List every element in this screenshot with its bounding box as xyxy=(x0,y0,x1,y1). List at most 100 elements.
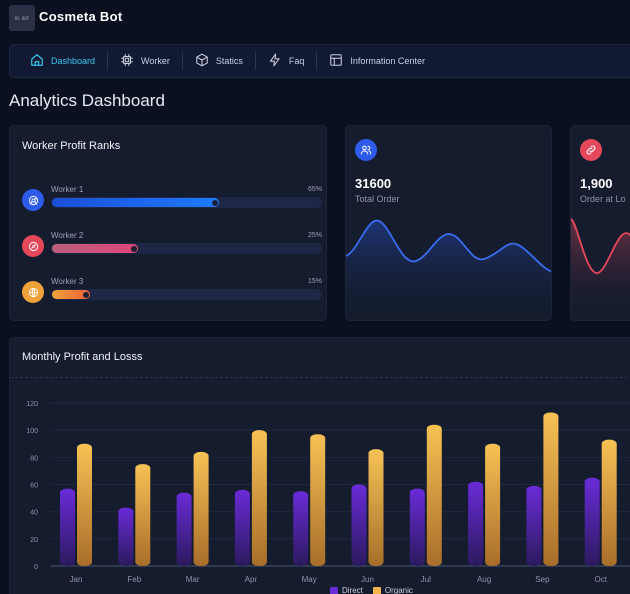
y-tick-label: 100 xyxy=(26,428,38,435)
progress-knob xyxy=(211,199,218,206)
x-tick-label: Jul xyxy=(421,575,431,584)
rank-row-worker-3: Worker 3 15% xyxy=(22,277,322,307)
stat-value: 31600 xyxy=(355,176,392,191)
sparkline-area xyxy=(346,220,551,320)
nav-item-dashboard[interactable]: Dashboard xyxy=(18,51,107,71)
nav-item-faq[interactable]: Faq xyxy=(256,51,317,71)
legend-label: Organic xyxy=(384,586,413,594)
nav-item-statics[interactable]: Statics xyxy=(183,51,255,71)
main-nav: Dashboard Worker Statics Faq Information… xyxy=(9,44,630,78)
legend-item-direct[interactable]: Direct xyxy=(330,586,363,594)
bar-organic-aug[interactable] xyxy=(485,443,501,566)
legend-item-organic[interactable]: Organic xyxy=(372,586,413,594)
bar-direct-feb[interactable] xyxy=(118,507,134,566)
bar-direct-jan[interactable] xyxy=(60,488,75,566)
bar-direct-sep[interactable] xyxy=(526,485,542,566)
progress-knob xyxy=(131,245,138,252)
legend-label: Direct xyxy=(342,586,363,594)
bar-direct-oct[interactable] xyxy=(584,477,600,566)
rank-percent: 25% xyxy=(307,232,322,239)
card-title: Worker Profit Ranks xyxy=(22,140,121,152)
chip-icon xyxy=(120,53,134,69)
worker-profit-ranks-card: Worker Profit Ranks Worker 1 65% Worker … xyxy=(9,125,327,321)
nav-item-worker[interactable]: Worker xyxy=(108,51,182,71)
bar-organic-jan[interactable] xyxy=(77,443,92,566)
order-sparkline xyxy=(571,218,630,320)
progress-track xyxy=(51,197,322,208)
bar-organic-mar[interactable] xyxy=(193,451,209,566)
rank-name: Worker 2 xyxy=(51,231,84,240)
rank-row-worker-1: Worker 1 65% xyxy=(22,185,322,215)
bar-direct-aug[interactable] xyxy=(468,481,484,566)
x-tick-label: Jan xyxy=(70,575,83,584)
link-icon xyxy=(580,139,602,161)
rank-name: Worker 1 xyxy=(51,185,84,194)
page-title: Analytics Dashboard xyxy=(9,91,165,110)
bar-organic-jul[interactable] xyxy=(426,424,442,566)
progress-track xyxy=(51,243,322,254)
bar-direct-mar[interactable] xyxy=(176,492,192,566)
nav-label: Dashboard xyxy=(51,56,96,66)
bolt-icon xyxy=(268,53,282,69)
cube-icon xyxy=(195,53,209,69)
progress-fill xyxy=(52,244,139,253)
x-tick-label: May xyxy=(302,575,317,584)
progress-knob xyxy=(82,291,89,298)
stat-value: 1,900 xyxy=(580,176,613,191)
legend-swatch xyxy=(372,586,381,594)
bar-direct-may[interactable] xyxy=(293,491,309,566)
rank-percent: 65% xyxy=(307,186,322,193)
monthly-profit-card: Monthly Profit and Losss 0 20 40 60 80 100 120… xyxy=(9,337,630,594)
bar-organic-sep[interactable] xyxy=(543,412,559,566)
nav-label: Faq xyxy=(288,56,305,66)
stat-label: Total Order xyxy=(355,194,400,204)
bar-organic-jun[interactable] xyxy=(368,449,384,566)
nav-label: Information Center xyxy=(350,56,425,66)
nav-item-information-center[interactable]: Information Center xyxy=(317,51,437,71)
bar-organic-apr[interactable] xyxy=(251,430,267,566)
x-tick-label: Aug xyxy=(477,575,491,584)
rank-percent: 15% xyxy=(307,278,322,285)
users-icon xyxy=(355,139,377,161)
progress-track xyxy=(51,289,322,300)
nav-label: Worker xyxy=(141,56,170,66)
chart-legend: Direct Organic xyxy=(330,586,413,594)
bar-direct-jun[interactable] xyxy=(351,484,367,567)
x-tick-label: Mar xyxy=(186,575,200,584)
app-logo[interactable]: BS BOT xyxy=(9,5,35,31)
y-tick-label: 60 xyxy=(30,483,38,490)
logo-text: BS BOT xyxy=(14,15,30,21)
monthly-profit-bar-chart: 0 20 40 60 80 100 120 Jan Feb Mar Apr May Jun Jul Aug S… xyxy=(26,401,630,584)
top-bar: BS BOT Cosmeta Bot xyxy=(0,0,630,38)
compass-icon xyxy=(22,235,44,257)
y-tick-label: 40 xyxy=(30,510,38,517)
y-tick-label: 120 xyxy=(26,401,38,408)
legend-swatch xyxy=(330,586,338,594)
y-tick-label: 80 xyxy=(30,455,38,462)
y-tick-label: 20 xyxy=(30,537,38,544)
bar-direct-apr[interactable] xyxy=(234,489,250,566)
x-tick-label: Sep xyxy=(535,575,550,584)
order-card: 1,900 Order at Lo xyxy=(570,125,630,321)
x-tick-label: Oct xyxy=(594,575,607,584)
x-tick-label: Feb xyxy=(127,575,141,584)
bar-organic-oct[interactable] xyxy=(601,439,617,566)
bar-organic-feb[interactable] xyxy=(135,464,151,566)
bar-direct-jul[interactable] xyxy=(409,488,425,566)
nav-label: Statics xyxy=(215,56,243,66)
x-tick-label: Jun xyxy=(361,575,374,584)
stat-label: Order at Lo xyxy=(580,194,626,204)
total-order-card: 31600 Total Order xyxy=(345,125,552,321)
chrome-icon xyxy=(22,189,44,211)
y-tick-label: 0 xyxy=(34,564,38,571)
layout-icon xyxy=(329,53,343,69)
x-tick-label: Apr xyxy=(245,575,258,584)
progress-fill xyxy=(52,198,219,207)
rank-name: Worker 3 xyxy=(51,277,84,286)
total-order-sparkline xyxy=(346,219,551,320)
globe-icon xyxy=(22,281,44,303)
bar-organic-may[interactable] xyxy=(310,434,326,566)
progress-fill xyxy=(52,290,90,299)
home-icon xyxy=(30,53,44,69)
rank-row-worker-2: Worker 2 25% xyxy=(22,231,322,261)
